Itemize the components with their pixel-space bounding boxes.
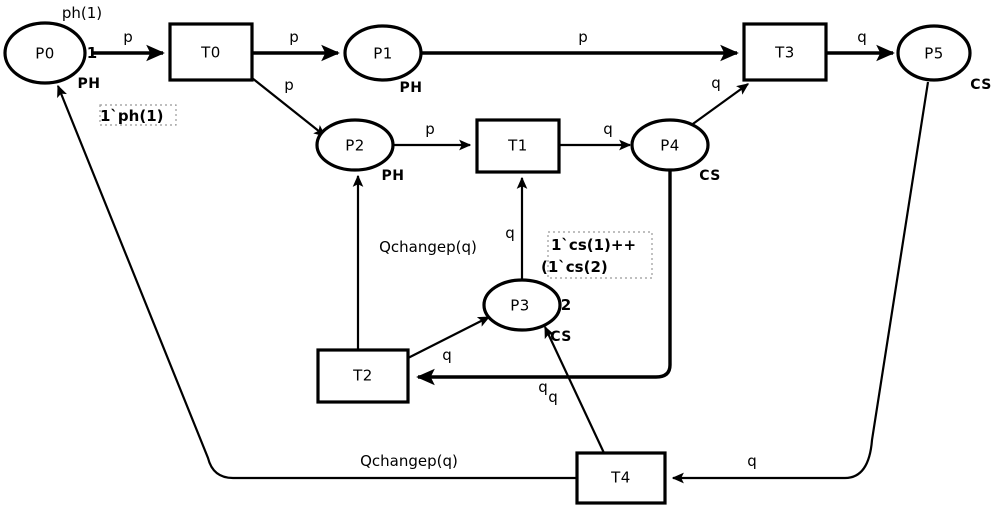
- arc-label-p2-t1: p: [425, 120, 435, 138]
- place-p0-type: PH: [78, 76, 101, 92]
- inscription-p3-init: 1`cs(1)++ (1`cs(2): [541, 231, 653, 279]
- place-p0-label: P0: [35, 45, 55, 63]
- transition-t0-label: T0: [200, 44, 221, 62]
- inscription-p0-text: 1`ph(1): [100, 107, 164, 125]
- place-p1-label: P1: [373, 45, 393, 63]
- arc-label-p0-t0: p: [123, 28, 133, 46]
- place-p1-type: PH: [400, 80, 423, 96]
- place-p5-type: CS: [970, 77, 992, 93]
- inscription-p0-init: 1`ph(1): [99, 104, 177, 126]
- arc-label-t4-p3: q: [548, 388, 558, 406]
- arc-label-p3-t1: q: [505, 224, 515, 242]
- arc-label-p5-t4: q: [747, 452, 757, 470]
- place-p0[interactable]: P0 ph(1) 1 PH: [3, 4, 102, 92]
- inscription-p3-text-2: (1`cs(2): [541, 258, 608, 276]
- petri-net-canvas: P0 ph(1) 1 PH P1 PH P2 PH P3 2 CS P4 CS …: [3, 4, 992, 505]
- place-p1[interactable]: P1 PH: [343, 24, 423, 96]
- place-p3-marking: 2: [561, 296, 571, 314]
- place-p2-type: PH: [382, 168, 405, 184]
- places-layer: P0 ph(1) 1 PH P1 PH P2 PH P3 2 CS P4 CS …: [3, 4, 992, 345]
- place-p0-marking: 1: [87, 44, 97, 62]
- arc-label-t0-p2: p: [284, 76, 294, 94]
- transition-t3-label: T3: [774, 44, 795, 62]
- arc-label-p4-t2: q: [538, 378, 548, 396]
- place-p2-label: P2: [345, 137, 365, 155]
- place-p0-init: ph(1): [62, 4, 102, 22]
- place-p3-type: CS: [550, 329, 572, 345]
- place-p4-label: P4: [660, 137, 680, 155]
- place-p4[interactable]: P4 CS: [630, 118, 721, 184]
- transitions-layer: T0 T1 T2 T3 T4: [168, 22, 828, 505]
- place-p2[interactable]: P2 PH: [315, 118, 405, 184]
- transition-t1-label: T1: [507, 137, 528, 155]
- transition-t2[interactable]: T2: [316, 348, 410, 404]
- arc-label-p4-t3: q: [711, 74, 721, 92]
- arc-label-t3-p5: q: [857, 28, 867, 46]
- arc-p5-t4: [671, 81, 930, 484]
- arc-label-t0-p1: p: [289, 28, 299, 46]
- transition-t2-label: T2: [352, 367, 373, 385]
- arc-label-t4-p0: Qchangep(q): [360, 452, 458, 470]
- arc-label-p1-t3: p: [578, 28, 588, 46]
- arc-label-t2-p3: q: [442, 346, 452, 364]
- transition-t4-label: T4: [610, 469, 631, 487]
- place-p5-label: P5: [924, 45, 944, 63]
- transition-t3[interactable]: T3: [742, 22, 828, 82]
- place-p3[interactable]: P3 2 CS: [482, 278, 572, 345]
- transition-t1[interactable]: T1: [475, 118, 561, 174]
- place-p3-label: P3: [510, 297, 530, 315]
- transition-t0[interactable]: T0: [168, 22, 254, 82]
- place-p5[interactable]: P5 CS: [896, 24, 992, 93]
- transition-t4[interactable]: T4: [575, 451, 667, 505]
- arcs-layer: [56, 44, 930, 484]
- arc-label-t1-p4: q: [603, 120, 613, 138]
- inscription-p3-text-1: 1`cs(1)++: [551, 236, 636, 254]
- petri-net-diagram: P0 ph(1) 1 PH P1 PH P2 PH P3 2 CS P4 CS …: [0, 0, 1000, 513]
- place-p4-type: CS: [699, 168, 721, 184]
- arc-label-t2-p2: Qchangep(q): [379, 238, 477, 256]
- arc-labels-layer: p p p p p q q q q Qchangep(q) q q q q Qc…: [123, 28, 867, 470]
